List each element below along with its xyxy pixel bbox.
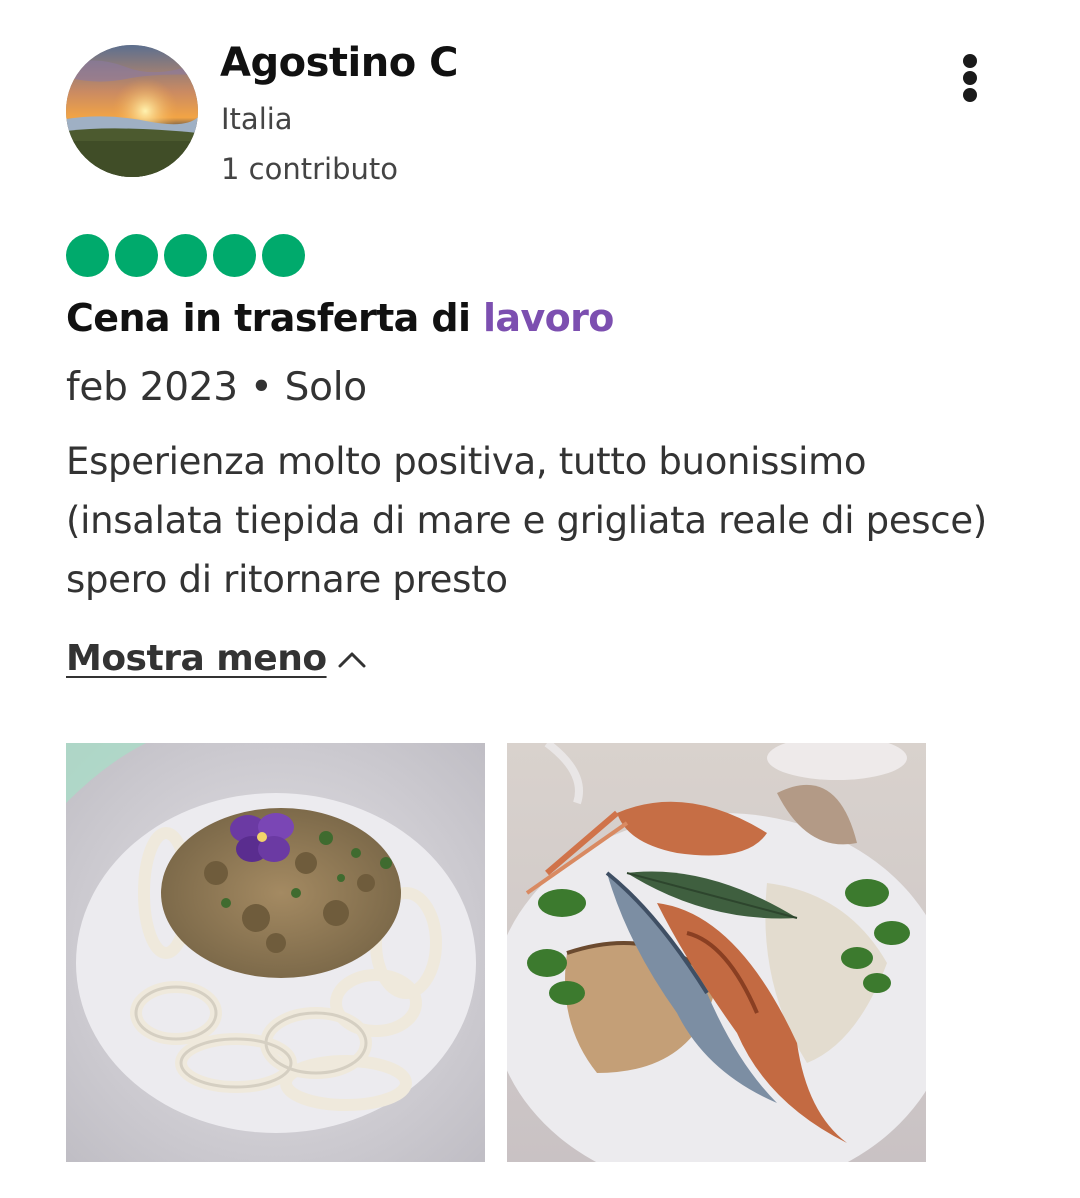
grilled-fish-photo [507,743,926,1162]
review-title: Cena in trasferta di lavoro [66,296,614,340]
avatar[interactable] [66,45,198,177]
chevron-up-icon [338,652,366,667]
more-vertical-icon [963,54,977,68]
more-vertical-icon-dot [963,88,977,102]
rating-bubble-filled [66,234,109,277]
review-date: feb 2023 [66,365,238,410]
show-less-button[interactable]: Mostra meno [66,638,367,679]
show-less-label: Mostra meno [66,638,327,679]
user-location: Italia [221,102,293,136]
more-options-button[interactable] [950,50,990,106]
review-title-main: Cena in trasferta di [66,296,483,340]
rating-bubbles [66,234,305,277]
seafood-salad-photo [66,743,485,1162]
meta-separator: • [249,365,273,410]
review-photo-2[interactable] [507,743,926,1162]
review-title-highlight: lavoro [483,296,614,340]
rating-bubble-filled [262,234,305,277]
trip-type: Solo [284,365,367,410]
review-meta: feb 2023 • Solo [66,365,367,410]
review-photo-1[interactable] [66,743,485,1162]
review-body: Esperienza molto positiva, tutto buoniss… [66,440,987,601]
sunset-landscape-icon [66,45,198,177]
rating-bubble-filled [115,234,158,277]
rating-bubble-filled [213,234,256,277]
rating-bubble-filled [164,234,207,277]
user-name[interactable]: Agostino C [220,40,458,86]
more-vertical-icon-dot [963,71,977,85]
user-contributions: 1 contributo [221,152,398,186]
